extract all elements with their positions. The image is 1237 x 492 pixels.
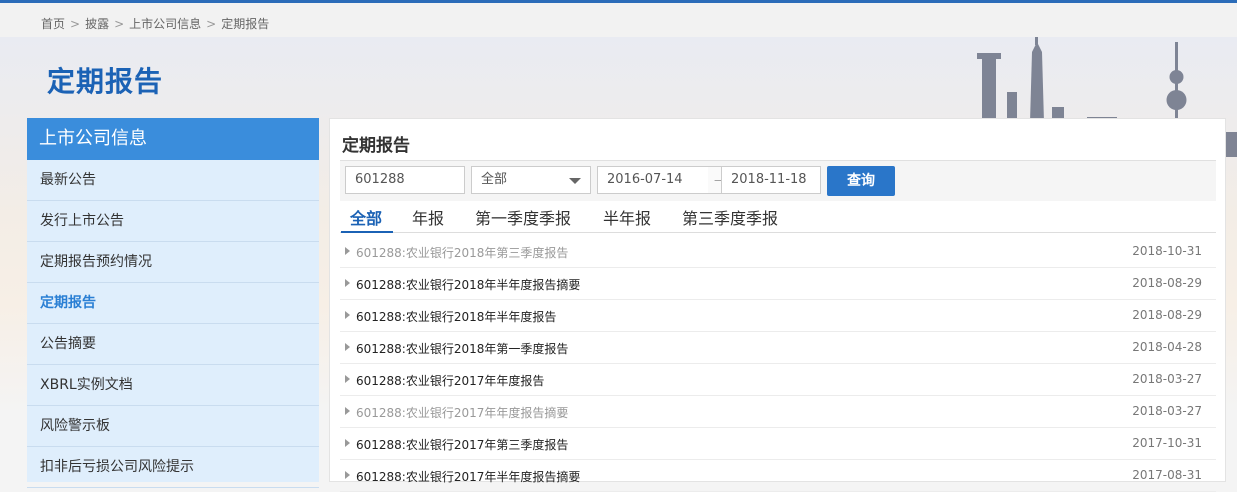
report-date: 2018-04-28 [1132, 340, 1202, 354]
report-title[interactable]: 601288:农业银行2017年年度报告 [356, 372, 544, 389]
caret-down-icon [569, 178, 581, 184]
report-row[interactable]: 601288:农业银行2018年第三季度报告 2018-10-31 [340, 236, 1216, 268]
report-title[interactable]: 601288:农业银行2017年年度报告摘要 [356, 404, 568, 421]
tab-q3[interactable]: 第三季度季报 [682, 205, 778, 229]
report-date: 2018-10-31 [1132, 244, 1202, 258]
chevron-right-icon: > [206, 17, 217, 31]
report-date: 2018-03-27 [1132, 404, 1202, 418]
sidebar-item-latest-announcements[interactable]: 最新公告 [27, 160, 319, 201]
sidebar-item-periodic-reports[interactable]: 定期报告 [27, 283, 319, 324]
report-date: 2018-03-27 [1132, 372, 1202, 386]
report-row[interactable]: 601288:农业银行2018年半年度报告摘要 2018-08-29 [340, 268, 1216, 300]
triangle-right-icon [345, 279, 350, 287]
report-title[interactable]: 601288:农业银行2018年第三季度报告 [356, 244, 568, 261]
query-button[interactable]: 查询 [827, 166, 895, 196]
triangle-right-icon [345, 439, 350, 447]
panel-title: 定期报告 [342, 136, 410, 156]
report-tabs: 全部 年报 第一季度季报 半年报 第三季度季报 [340, 203, 1216, 233]
report-date: 2017-10-31 [1132, 436, 1202, 450]
report-row[interactable]: 601288:农业银行2017年半年度报告摘要 2017-08-31 [340, 460, 1216, 492]
sidebar-item-listing-announcements[interactable]: 发行上市公告 [27, 201, 319, 242]
report-date: 2018-08-29 [1132, 276, 1202, 290]
report-list: 601288:农业银行2018年第三季度报告 2018-10-31 601288:… [340, 236, 1216, 492]
sidebar: 上市公司信息 最新公告 发行上市公告 定期报告预约情况 定期报告 公告摘要 XB… [27, 118, 319, 488]
active-tab-underline [341, 231, 393, 233]
report-type-select[interactable]: 全部 [471, 166, 591, 194]
filter-bar: 601288 全部 2016-07-14 — 2018-11-18 查询 [340, 161, 1216, 201]
breadcrumb-company-info[interactable]: 上市公司信息 [129, 17, 201, 31]
triangle-right-icon [345, 343, 350, 351]
breadcrumb-bar: 首页 > 披露 > 上市公司信息 > 定期报告 [0, 3, 1237, 37]
report-row[interactable]: 601288:农业银行2018年第一季度报告 2018-04-28 [340, 332, 1216, 364]
report-row[interactable]: 601288:农业银行2018年半年度报告 2018-08-29 [340, 300, 1216, 332]
tab-half-year[interactable]: 半年报 [603, 205, 651, 229]
chevron-right-icon: > [70, 17, 81, 31]
report-title[interactable]: 601288:农业银行2017年第三季度报告 [356, 436, 568, 453]
report-type-selected: 全部 [481, 172, 508, 187]
report-title[interactable]: 601288:农业银行2017年半年度报告摘要 [356, 468, 580, 485]
report-title[interactable]: 601288:农业银行2018年第一季度报告 [356, 340, 568, 357]
sidebar-item-risk-warning[interactable]: 风险警示板 [27, 406, 319, 447]
triangle-right-icon [345, 471, 350, 479]
report-row[interactable]: 601288:农业银行2017年第三季度报告 2017-10-31 [340, 428, 1216, 460]
end-date-input[interactable]: 2018-11-18 [721, 166, 821, 194]
report-date: 2018-08-29 [1132, 308, 1202, 322]
report-row[interactable]: 601288:农业银行2017年年度报告摘要 2018-03-27 [340, 396, 1216, 428]
triangle-right-icon [345, 247, 350, 255]
breadcrumb-home[interactable]: 首页 [41, 17, 65, 31]
tab-all[interactable]: 全部 [350, 205, 382, 229]
triangle-right-icon [345, 311, 350, 319]
stock-code-input[interactable]: 601288 [345, 166, 465, 194]
start-date-input[interactable]: 2016-07-14 [597, 166, 709, 194]
triangle-right-icon [345, 375, 350, 383]
report-title[interactable]: 601288:农业银行2018年半年度报告 [356, 308, 556, 325]
tab-annual[interactable]: 年报 [412, 205, 444, 229]
breadcrumb-disclosure[interactable]: 披露 [85, 17, 109, 31]
sidebar-title: 上市公司信息 [27, 118, 319, 160]
sidebar-item-announcement-summary[interactable]: 公告摘要 [27, 324, 319, 365]
chevron-right-icon: > [114, 17, 125, 31]
sidebar-item-report-schedule[interactable]: 定期报告预约情况 [27, 242, 319, 283]
tab-q1[interactable]: 第一季度季报 [475, 205, 571, 229]
report-title[interactable]: 601288:农业银行2018年半年度报告摘要 [356, 276, 580, 293]
reports-panel: 定期报告 601288 全部 2016-07-14 — 2018-11-18 查… [329, 118, 1226, 492]
sidebar-item-xbrl[interactable]: XBRL实例文档 [27, 365, 319, 406]
report-date: 2017-08-31 [1132, 468, 1202, 482]
breadcrumb: 首页 > 披露 > 上市公司信息 > 定期报告 [41, 15, 269, 32]
triangle-right-icon [345, 407, 350, 415]
tab-all-label: 全部 [350, 209, 383, 228]
page-title: 定期报告 [47, 65, 164, 98]
breadcrumb-periodic-reports: 定期报告 [221, 17, 270, 31]
report-row[interactable]: 601288:农业银行2017年年度报告 2018-03-27 [340, 364, 1216, 396]
